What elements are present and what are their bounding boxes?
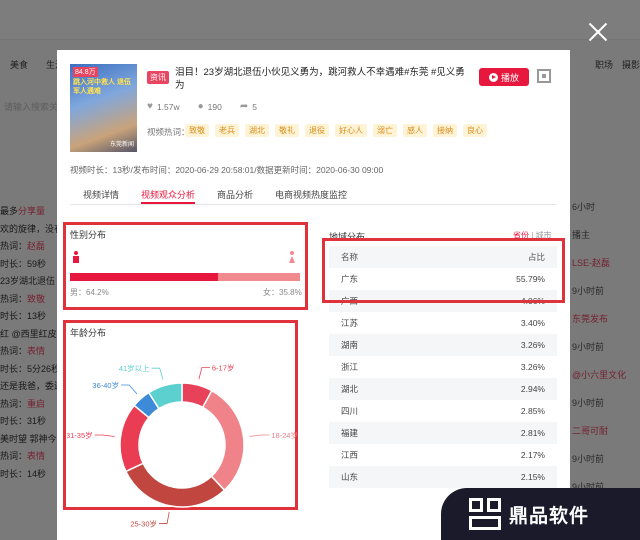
hotword-tag[interactable]: 老兵 [215, 124, 239, 137]
region-highlight-frame [322, 238, 565, 303]
region-pct: 2.85% [520, 406, 545, 416]
female-icon [289, 251, 295, 263]
region-name: 江西 [341, 450, 359, 460]
region-name: 江苏 [341, 318, 359, 328]
region-row: 江苏 3.40% [329, 312, 557, 334]
close-icon[interactable] [586, 20, 610, 44]
brand-name: 鼎品软件 [509, 505, 590, 527]
region-row: 江西 2.17% [329, 444, 557, 466]
male-icon [73, 251, 79, 263]
age-segment-18-24岁[interactable] [201, 389, 245, 492]
video-title: 泪目！23岁湖北退伍小伙见义勇为，跳河救人不幸遇难#东莞 #见义勇为 [175, 67, 465, 91]
age-segment-label: 25-30岁 [130, 519, 157, 529]
share-icon: ➦ [239, 101, 249, 112]
tab-电商视频热度监控[interactable]: 电商视频热度监控 [275, 183, 347, 204]
male-pct-label: 男：64.2% [70, 288, 109, 297]
age-label-line [94, 434, 115, 437]
news-badge: 资讯 [147, 71, 169, 84]
tab-商品分析[interactable]: 商品分析 [217, 183, 253, 204]
tab-视频详情[interactable]: 视频详情 [83, 183, 119, 204]
comment-icon: ● [197, 101, 204, 112]
region-name: 浙江 [341, 362, 359, 372]
age-segment-31-35岁[interactable] [119, 404, 150, 473]
age-segment-label: 18-24岁 [271, 430, 297, 440]
age-segment-label: 36-40岁 [92, 380, 119, 390]
age-label-line [249, 434, 270, 437]
region-pct: 2.94% [520, 384, 545, 394]
gender-bar [70, 273, 300, 281]
brand-logo-icon [469, 498, 501, 530]
age-title: 年龄分布 [70, 328, 107, 338]
region-pct: 2.81% [520, 428, 545, 438]
shares-count: 5 [252, 101, 257, 112]
thumbnail-caption: 跳入河中救人 退伍军人遇难 [73, 79, 131, 95]
hotwords-label: 视频热词： [147, 127, 190, 137]
age-segment-25-30岁[interactable] [124, 462, 226, 508]
hotword-tag[interactable]: 感人 [403, 124, 427, 137]
region-row: 浙江 3.26% [329, 356, 557, 378]
region-name: 湖北 [341, 384, 359, 394]
age-label-line [151, 367, 164, 380]
female-pct-label: 女：35.8% [263, 288, 302, 297]
hotword-tag[interactable]: 良心 [463, 124, 487, 137]
age-label-line [121, 384, 138, 395]
region-pct: 2.15% [520, 472, 545, 482]
region-row: 山东 2.15% [329, 466, 557, 488]
region-name: 山东 [341, 472, 359, 482]
comments-stat: ● 190 [198, 101, 222, 112]
region-row: 湖南 3.26% [329, 334, 557, 356]
brand-watermark: 鼎品软件 [441, 488, 640, 540]
hotword-tag[interactable]: 接纳 [433, 124, 457, 137]
hotwords-list: 致敬 老兵 湖北 敬礼 退役 好心人 溺亡 感人 接纳 良心 [185, 124, 487, 137]
region-row: 福建 2.81% [329, 422, 557, 444]
video-stats: ♥ 1.57w ● 190 ➦ 5 [147, 101, 257, 112]
age-segment-label: 41岁以上 [119, 363, 150, 373]
hotword-tag[interactable]: 敬礼 [275, 124, 299, 137]
likes-stat: ♥ 1.57w [147, 101, 180, 112]
comments-count: 190 [207, 101, 222, 112]
qrcode-icon[interactable] [537, 69, 551, 83]
region-pct: 3.26% [520, 340, 545, 350]
region-name: 四川 [341, 406, 359, 416]
heart-icon: ♥ [147, 101, 153, 112]
region-pct: 2.17% [520, 450, 545, 460]
play-icon [488, 72, 498, 82]
age-label-line [198, 367, 210, 380]
region-row: 湖北 2.94% [329, 378, 557, 400]
region-name: 福建 [341, 428, 359, 438]
thumbnail-badge: 84.8万 [73, 67, 98, 77]
age-donut-chart: 6-17岁 18-24岁 25-30岁 31-35岁 36-40岁41岁以上 [67, 363, 297, 529]
hotword-tag[interactable]: 好心人 [335, 124, 367, 137]
video-meta: 视频时长：13秒/发布时间：2020-06-29 20:58:01/数据更新时间… [70, 164, 383, 176]
gender-title: 性别分布 [70, 230, 107, 240]
thumbnail-source: 东莞新闻 [109, 142, 134, 148]
detail-tabs: 视频详情 视频观众分析 商品分析 电商视频热度监控 [70, 183, 557, 205]
gender-bar-male [70, 273, 218, 281]
play-label: 播放 [500, 72, 519, 83]
tab-视频观众分析[interactable]: 视频观众分析 [141, 183, 196, 204]
video-thumbnail[interactable]: 84.8万 跳入河中救人 退伍军人遇难 东莞新闻 [70, 64, 137, 152]
play-button[interactable]: 播放 [479, 68, 529, 86]
region-pct: 3.26% [520, 362, 545, 372]
hotword-tag[interactable]: 致敬 [185, 124, 209, 137]
shares-stat: ➦ 5 [240, 101, 257, 112]
region-name: 湖南 [341, 340, 359, 350]
hotword-tag[interactable]: 湖北 [245, 124, 269, 137]
video-detail-modal: 84.8万 跳入河中救人 退伍军人遇难 东莞新闻 资讯 泪目！23岁湖北退伍小伙… [57, 50, 570, 540]
region-row: 四川 2.85% [329, 400, 557, 422]
region-pct: 3.40% [520, 318, 545, 328]
age-segment-label: 31-35岁 [67, 430, 93, 440]
likes-count: 1.57w [156, 101, 180, 112]
hotword-tag[interactable]: 溺亡 [373, 124, 397, 137]
age-label-line [159, 511, 170, 524]
meta-text: 视频时长：13秒/发布时间：2020-06-29 20:58:01/数据更新时间… [70, 165, 384, 175]
age-segment-label: 6-17岁 [212, 363, 235, 373]
hotword-tag[interactable]: 退役 [305, 124, 329, 137]
